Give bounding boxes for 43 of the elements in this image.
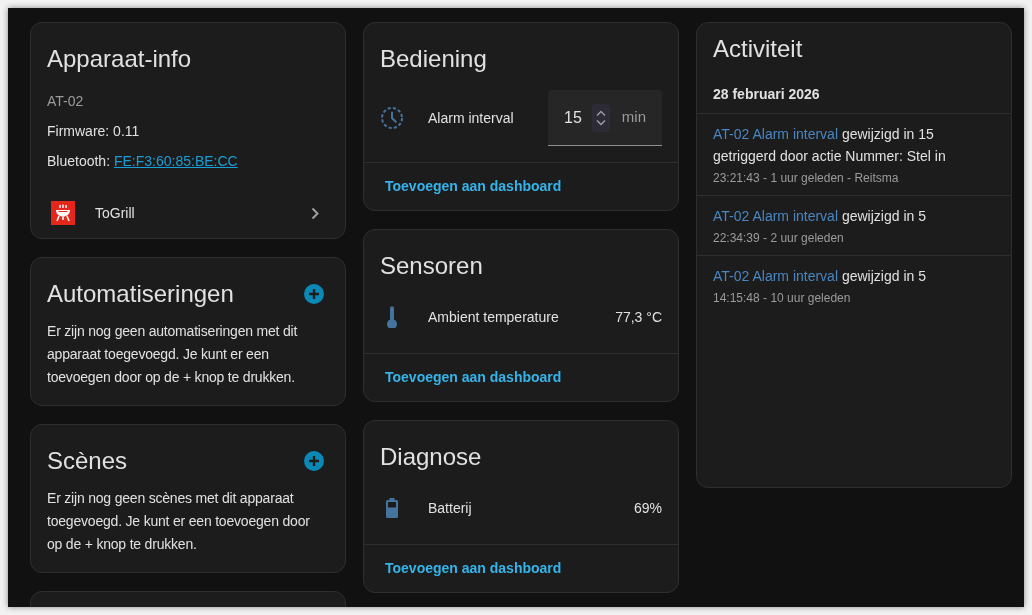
entity-name: Alarm interval bbox=[428, 108, 514, 128]
bluetooth-address-link[interactable]: FE:F3:60:85:BE:CC bbox=[113, 153, 238, 169]
firmware-text: Firmware: 0.11 bbox=[47, 122, 141, 141]
empty-state-text: Er zijn nog geen scènes met dit apparaat toegevoegd. Je kunt er een toevoegen door op de + knop te drukken. bbox=[46, 489, 311, 554]
add-to-dashboard-button[interactable]: Toevoegen aan dashboard bbox=[372, 552, 575, 585]
chevron-right-icon bbox=[311, 206, 319, 220]
activity-message: AT-02 Alarm interval gewijzigd in 15 bbox=[713, 125, 935, 144]
entity-value: 77,3 °C bbox=[615, 307, 662, 327]
activity-message: AT-02 Alarm interval gewijzigd in 5 bbox=[713, 267, 927, 286]
entity-link[interactable]: AT-02 Alarm interval bbox=[713, 208, 838, 224]
bluetooth-text: Bluetooth: FE:F3:60:85:BE:CC bbox=[47, 152, 239, 171]
activity-time: 23:21:43 - 1 uur geleden - Reitsma bbox=[713, 170, 900, 187]
card-title: Apparaat-info bbox=[47, 44, 192, 74]
card-title: Diagnose bbox=[380, 442, 482, 472]
activity-time: 22:34:39 - 2 uur geleden bbox=[713, 230, 845, 247]
card-title: Activiteit bbox=[713, 34, 803, 64]
add-icon[interactable] bbox=[304, 451, 324, 471]
date-heading: 28 februari 2026 bbox=[712, 85, 821, 104]
unit-label: min bbox=[621, 107, 646, 128]
activity-context: getriggerd door actie Nummer: Stel in bbox=[713, 147, 947, 166]
entity-link[interactable]: AT-02 Alarm interval bbox=[713, 268, 838, 284]
number-field[interactable]: 15 min bbox=[548, 90, 662, 146]
entity-value: 69% bbox=[633, 498, 662, 518]
activity-message: AT-02 Alarm interval gewijzigd in 5 bbox=[713, 207, 927, 226]
battery-icon bbox=[386, 498, 398, 518]
stepper-arrows-icon[interactable] bbox=[591, 103, 610, 132]
grill-logo-icon bbox=[51, 201, 75, 225]
card-title: Sensoren bbox=[380, 251, 483, 281]
activity-time: 14:15:48 - 10 uur geleden bbox=[713, 290, 852, 307]
add-icon[interactable] bbox=[304, 284, 324, 304]
card-title: Automatiseringen bbox=[47, 279, 234, 309]
entity-name: Ambient temperature bbox=[428, 307, 559, 327]
entity-link[interactable]: AT-02 Alarm interval bbox=[713, 126, 838, 142]
empty-state-text: Er zijn nog geen automatiseringen met dit apparaat toegevoegd. Je kunt er een toevoegen door op de + knop te drukken. bbox=[46, 322, 299, 387]
add-to-dashboard-button[interactable]: Toevoegen aan dashboard bbox=[372, 361, 575, 394]
integration-row[interactable]: ToGrill bbox=[31, 189, 345, 237]
add-to-dashboard-button[interactable]: Toevoegen aan dashboard bbox=[372, 170, 575, 203]
model-text: AT-02 bbox=[47, 92, 85, 111]
entity-name: Batterij bbox=[428, 498, 472, 518]
dashed-clock-icon bbox=[380, 106, 404, 130]
card-title: Scènes bbox=[47, 446, 128, 476]
thermometer-icon bbox=[386, 306, 398, 328]
card-title: Bediening bbox=[380, 44, 487, 74]
